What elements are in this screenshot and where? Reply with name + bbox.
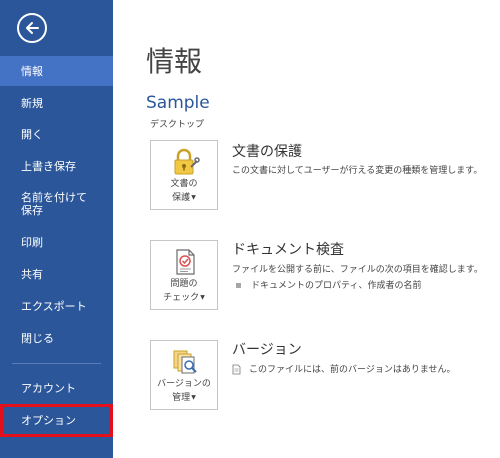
- inspect-document-bullet-text: ドキュメントのプロパティ、作成者の名前: [251, 281, 422, 291]
- nav-open-label: 開く: [21, 127, 43, 141]
- back-arrow-icon: [26, 22, 39, 34]
- nav-new-label: 新規: [21, 96, 43, 110]
- inspect-document-bullet: ドキュメントのプロパティ、作成者の名前: [236, 280, 421, 292]
- nav-export[interactable]: エクスポート: [0, 292, 113, 320]
- versions-description: このファイルには、前のバージョンはありません。: [249, 365, 456, 375]
- backstage-sidebar: 情報 新規 開く 上書き保存 名前を付けて 保存 印刷 共有 エクスポート 閉じ…: [0, 0, 113, 458]
- nav-save[interactable]: 上書き保存: [0, 152, 113, 180]
- document-location: デスクトップ: [150, 120, 205, 130]
- sidebar-divider: [12, 363, 101, 364]
- protect-document-button[interactable]: 文書の 保護▼: [150, 140, 218, 210]
- inspect-document-icon: [176, 249, 195, 275]
- inspect-document-description: ファイルを公開する前に、ファイルの次の項目を確認します。: [232, 265, 483, 275]
- manage-versions-label: バージョンの 管理▼: [151, 378, 217, 405]
- bullet-square-icon: [236, 283, 241, 288]
- nav-close-label: 閉じる: [21, 331, 54, 345]
- check-for-issues-label-line2: チェック: [163, 293, 200, 303]
- nav-export-label: エクスポート: [21, 299, 87, 313]
- nav-save-label: 上書き保存: [21, 159, 76, 173]
- protect-document-label-line1: 文書の: [170, 179, 198, 189]
- check-for-issues-label: 問題の チェック▼: [151, 278, 217, 305]
- lock-key-icon: [174, 148, 200, 175]
- check-for-issues-label-line1: 問題の: [170, 279, 198, 289]
- nav-share[interactable]: 共有: [0, 260, 113, 288]
- manage-versions-label-line2: 管理: [172, 393, 191, 403]
- nav-options-label: オプション: [21, 414, 76, 427]
- nav-share-label: 共有: [21, 267, 43, 281]
- protect-document-description: この文書に対してユーザーが行える変更の種類を管理します。: [232, 166, 483, 176]
- nav-account[interactable]: アカウント: [0, 374, 113, 402]
- check-for-issues-label-line2-row: チェック▼: [151, 291, 217, 305]
- manage-versions-label-line1: バージョンの: [157, 379, 211, 389]
- nav-save-as-label-line1: 名前を付けて: [21, 191, 87, 204]
- dropdown-caret-icon: ▼: [191, 194, 196, 201]
- dropdown-caret-icon: ▼: [200, 294, 205, 301]
- check-for-issues-button[interactable]: 問題の チェック▼: [150, 240, 218, 310]
- nav-account-label: アカウント: [21, 381, 76, 395]
- document-name: Sample: [146, 93, 210, 113]
- protect-document-label-line2-row: 保護▼: [151, 191, 217, 205]
- nav-options[interactable]: オプション: [0, 404, 113, 437]
- back-button[interactable]: [17, 13, 47, 43]
- nav-print[interactable]: 印刷: [0, 228, 113, 256]
- dropdown-caret-icon: ▼: [191, 394, 196, 401]
- page-title: 情報: [146, 45, 203, 78]
- manage-versions-label-line2-row: 管理▼: [151, 391, 217, 405]
- nav-save-as-label: 名前を付けて 保存: [21, 191, 87, 217]
- nav-info-label: 情報: [21, 64, 43, 78]
- nav-new[interactable]: 新規: [0, 89, 113, 117]
- nav-save-as[interactable]: 名前を付けて 保存: [0, 187, 113, 221]
- protect-document-title: 文書の保護: [232, 144, 302, 160]
- manage-versions-button[interactable]: バージョンの 管理▼: [150, 340, 218, 410]
- nav-close[interactable]: 閉じる: [0, 324, 113, 352]
- nav-info[interactable]: 情報: [0, 56, 113, 86]
- inspect-document-title: ドキュメント検査: [232, 242, 344, 258]
- protect-document-label-line2: 保護: [172, 193, 191, 203]
- nav-save-as-label-line2: 保存: [21, 204, 43, 217]
- versions-title: バージョン: [232, 342, 302, 358]
- nav-open[interactable]: 開く: [0, 120, 113, 148]
- nav-print-label: 印刷: [21, 235, 43, 249]
- protect-document-label: 文書の 保護▼: [151, 178, 217, 205]
- versions-description-row: このファイルには、前のバージョンはありません。: [232, 364, 456, 376]
- document-small-icon: [232, 364, 241, 375]
- version-history-icon: [173, 350, 197, 374]
